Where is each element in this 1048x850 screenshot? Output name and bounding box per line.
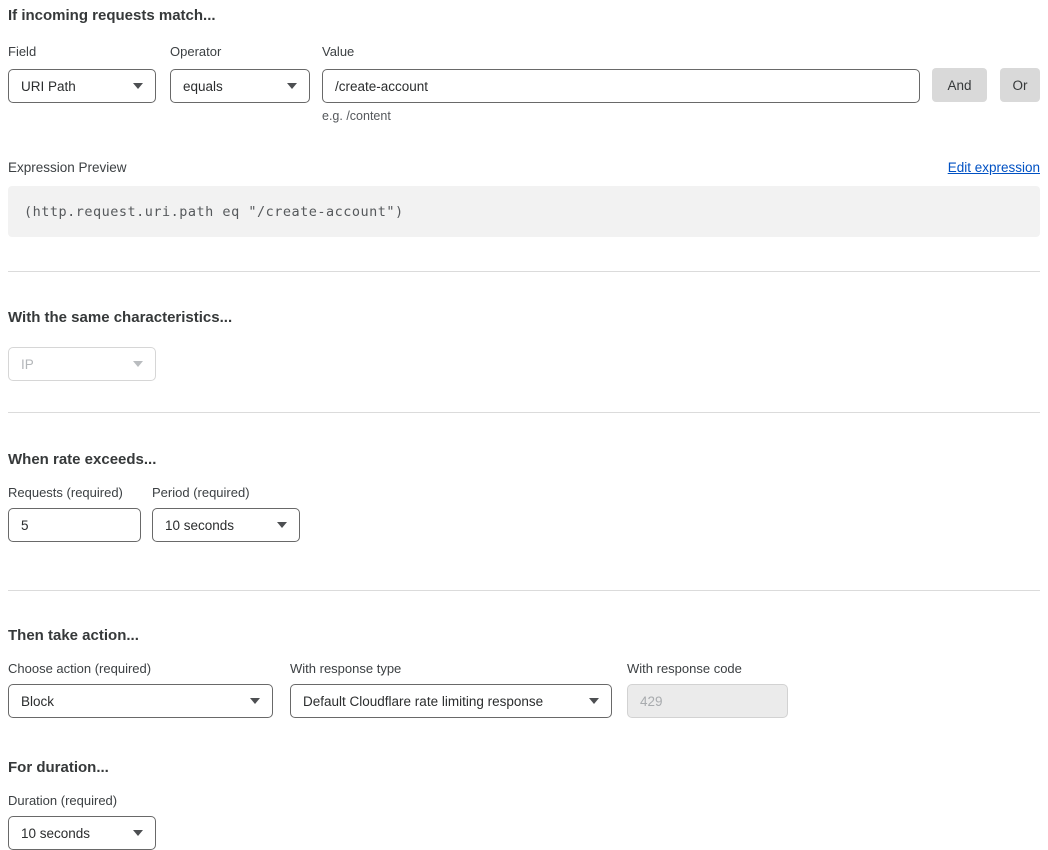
period-label: Period (required) <box>152 485 300 500</box>
edit-expression-link[interactable]: Edit expression <box>948 160 1040 175</box>
section-title-incoming-requests: If incoming requests match... <box>8 7 1040 25</box>
operator-dropdown-value: equals <box>183 79 223 94</box>
duration-label: Duration (required) <box>8 793 156 808</box>
field-label: Field <box>8 44 156 59</box>
action-row: Choose action (required) Block With resp… <box>8 661 1040 718</box>
value-label: Value <box>322 44 920 59</box>
section-title-action: Then take action... <box>8 627 1040 645</box>
value-input[interactable] <box>322 69 920 103</box>
value-hint: e.g. /content <box>322 109 920 123</box>
duration-group: Duration (required) 10 seconds <box>8 793 156 850</box>
duration-dropdown-value: 10 seconds <box>21 826 90 841</box>
expression-text: (http.request.uri.path eq "/create-accou… <box>24 204 404 220</box>
field-dropdown[interactable]: URI Path <box>8 69 156 103</box>
match-expression-row: Field URI Path Operator equals Value e.g… <box>8 44 1040 123</box>
period-dropdown-value: 10 seconds <box>165 518 234 533</box>
chevron-down-icon <box>133 830 143 836</box>
characteristic-dropdown: IP <box>8 347 156 381</box>
choose-action-group: Choose action (required) Block <box>8 661 273 718</box>
section-title-duration: For duration... <box>8 759 1040 777</box>
operator-label: Operator <box>170 44 310 59</box>
requests-label: Requests (required) <box>8 485 141 500</box>
rate-row: Requests (required) Period (required) 10… <box>8 485 1040 542</box>
chevron-down-icon <box>589 698 599 704</box>
duration-dropdown[interactable]: 10 seconds <box>8 816 156 850</box>
chevron-down-icon <box>250 698 260 704</box>
response-type-label: With response type <box>290 661 612 676</box>
chevron-down-icon <box>133 361 143 367</box>
section-divider <box>8 590 1040 591</box>
operator-dropdown[interactable]: equals <box>170 69 310 103</box>
and-button[interactable]: And <box>932 68 987 102</box>
section-divider <box>8 271 1040 272</box>
field-dropdown-value: URI Path <box>21 79 76 94</box>
chevron-down-icon <box>287 83 297 89</box>
response-code-input <box>627 684 788 718</box>
section-title-characteristics: With the same characteristics... <box>8 309 1040 327</box>
section-divider <box>8 412 1040 413</box>
field-group: Field URI Path <box>8 44 156 103</box>
operator-group: Operator equals <box>170 44 310 103</box>
choose-action-dropdown-value: Block <box>21 694 54 709</box>
expression-preview-header: Expression Preview Edit expression <box>8 160 1040 175</box>
or-button[interactable]: Or <box>1000 68 1040 102</box>
response-type-dropdown-value: Default Cloudflare rate limiting respons… <box>303 694 543 709</box>
chevron-down-icon <box>277 522 287 528</box>
requests-input[interactable] <box>8 508 141 542</box>
choose-action-label: Choose action (required) <box>8 661 273 676</box>
characteristic-dropdown-value: IP <box>21 357 34 372</box>
response-type-dropdown[interactable]: Default Cloudflare rate limiting respons… <box>290 684 612 718</box>
period-group: Period (required) 10 seconds <box>152 485 300 542</box>
expression-preview-label: Expression Preview <box>8 160 127 175</box>
expression-preview-code: (http.request.uri.path eq "/create-accou… <box>8 186 1040 237</box>
choose-action-dropdown[interactable]: Block <box>8 684 273 718</box>
rate-limiting-rule-form: If incoming requests match... Field URI … <box>0 0 1048 850</box>
chevron-down-icon <box>133 83 143 89</box>
value-group: Value e.g. /content <box>322 44 920 123</box>
response-type-group: With response type Default Cloudflare ra… <box>290 661 612 718</box>
response-code-label: With response code <box>627 661 788 676</box>
requests-group: Requests (required) <box>8 485 141 542</box>
response-code-group: With response code <box>627 661 788 718</box>
period-dropdown[interactable]: 10 seconds <box>152 508 300 542</box>
section-title-rate: When rate exceeds... <box>8 451 1040 469</box>
